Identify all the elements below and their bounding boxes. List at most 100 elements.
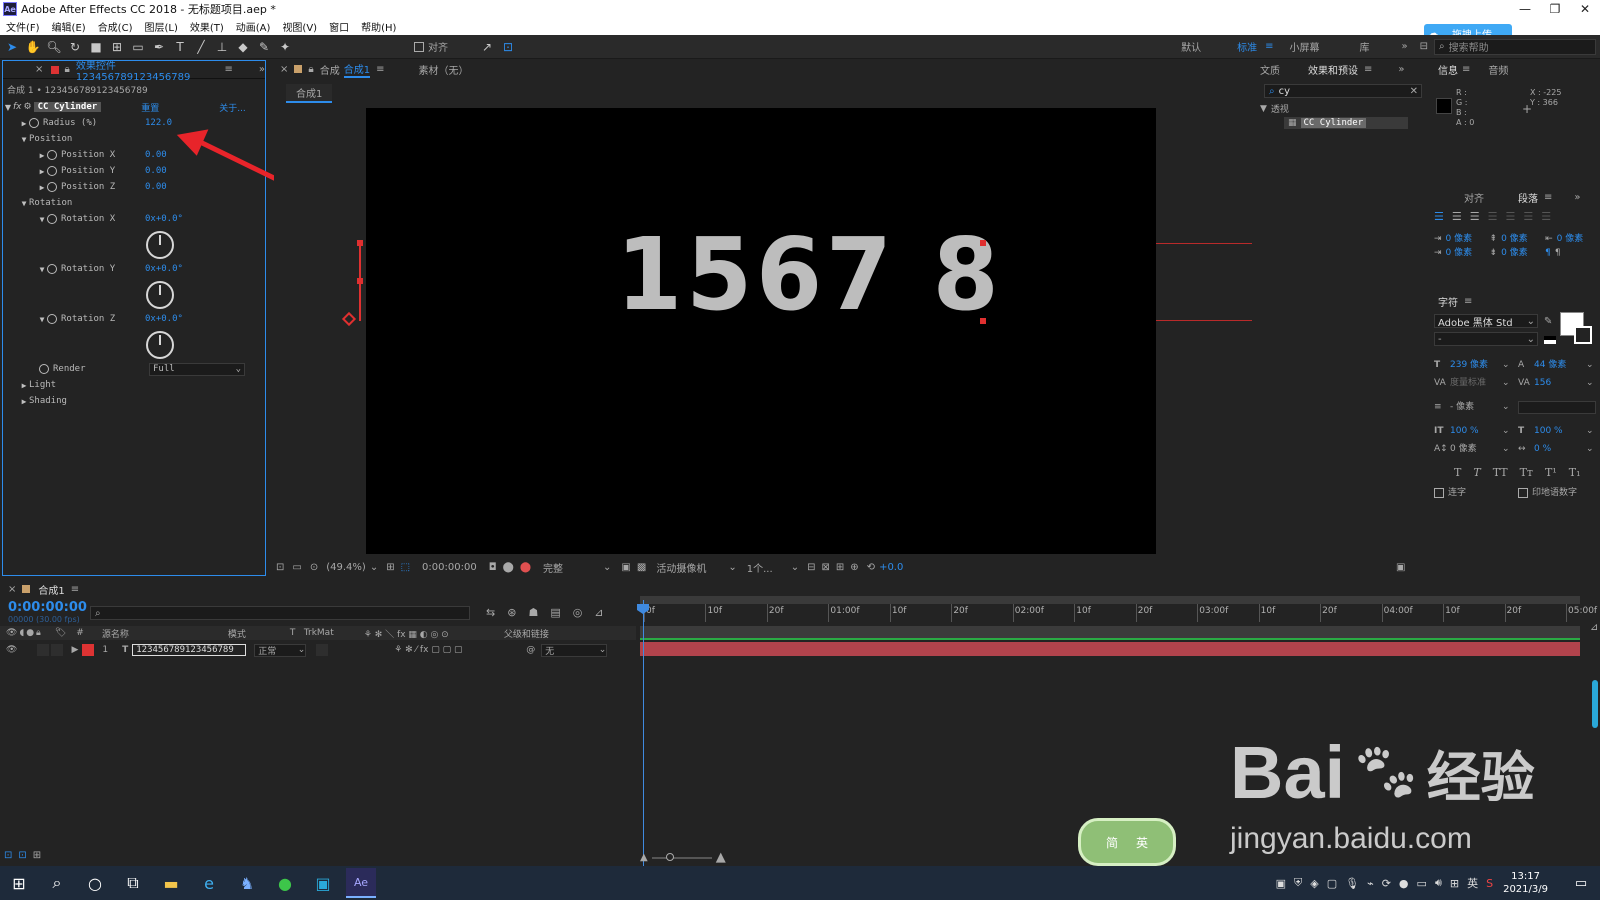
lock-icon[interactable]: 🔒︎ — [308, 64, 313, 75]
comp-button-icon[interactable]: ⊿ — [1590, 622, 1598, 633]
mask-view-icon[interactable]: ⊙ — [310, 562, 318, 573]
rtl-direction-icon[interactable]: ¶ — [1555, 246, 1561, 260]
lock-toggle[interactable] — [51, 644, 64, 656]
expand-panel-icon[interactable]: » — [1398, 64, 1404, 75]
effect-controls-tab[interactable]: 效果控件 123456789123456789 — [76, 57, 217, 83]
expand-effect-icon[interactable]: ▼ — [3, 103, 13, 112]
cortana-icon[interactable]: ○ — [80, 868, 110, 898]
menu-edit[interactable]: 编辑(E) — [52, 19, 86, 34]
eyedropper-icon[interactable]: ✎ — [1544, 316, 1552, 327]
stopwatch-icon[interactable] — [47, 264, 57, 274]
stopwatch-icon[interactable] — [47, 166, 57, 176]
tab-character[interactable]: 字符 — [1438, 294, 1458, 309]
chevron-down-icon[interactable]: ⌄ — [1502, 440, 1518, 458]
faux-italic-icon[interactable]: T — [1473, 464, 1480, 482]
panel-menu-icon[interactable]: ≡ — [1462, 64, 1470, 75]
panel-menu-icon[interactable]: ≡ — [376, 64, 384, 75]
video-eye-icon[interactable]: 👁︎ — [6, 645, 17, 655]
exposure-value[interactable]: +0.0 — [879, 562, 903, 573]
collapse-rotation-x-icon[interactable]: ▼ — [37, 215, 47, 224]
after-effects-taskbar-icon[interactable]: Ae — [346, 868, 376, 898]
grid-icon[interactable]: ⊞ — [386, 562, 394, 573]
resolution-select[interactable]: 完整 — [543, 560, 603, 575]
chevron-down-icon[interactable]: ⌄ — [1586, 374, 1594, 392]
justify-all-icon[interactable]: ☰ — [1541, 210, 1551, 223]
pickwhip-icon[interactable]: @ — [526, 645, 535, 655]
superscript-icon[interactable]: T¹ — [1545, 464, 1557, 482]
timeline-tab[interactable]: 合成1 — [38, 582, 64, 597]
shy-layers-icon[interactable]: ☗ — [528, 606, 538, 619]
tray-app-icon[interactable]: ▣ — [1276, 877, 1286, 890]
rotation-y-dial[interactable] — [146, 281, 174, 309]
small-caps-icon[interactable]: Tт — [1520, 464, 1533, 482]
workspace-default[interactable]: 默认 — [1181, 39, 1201, 54]
align-center-icon[interactable]: ☰ — [1452, 210, 1462, 223]
zoom-out-icon[interactable]: ▲ — [640, 852, 648, 863]
pen-tool-icon[interactable]: ✒ — [150, 38, 168, 56]
first-line-indent-value[interactable]: 0 像素 — [1446, 246, 1490, 260]
panel-menu-icon[interactable]: ≡ — [1464, 296, 1472, 307]
clear-search-icon[interactable]: ✕ — [1410, 86, 1418, 97]
stopwatch-icon[interactable] — [47, 150, 57, 160]
blend-mode-select[interactable]: 正常 ⌄ — [254, 643, 307, 657]
menu-effect[interactable]: 效果(T) — [190, 19, 224, 34]
expand-shading-icon[interactable]: ▶ — [19, 397, 29, 406]
anchor-point-handle[interactable] — [980, 318, 986, 324]
effects-search-input[interactable]: ⌕ cy ✕ — [1264, 84, 1422, 98]
minimize-icon[interactable]: — — [1510, 2, 1540, 16]
stopwatch-icon[interactable] — [47, 314, 57, 324]
expand-position-y-icon[interactable]: ▶ — [37, 167, 47, 176]
hindi-digits-checkbox[interactable] — [1518, 488, 1528, 498]
category-perspective[interactable]: ▼ 透视 — [1260, 102, 1289, 116]
region-of-interest-icon[interactable]: ▣ — [621, 562, 630, 573]
layer-bound-handle[interactable] — [357, 278, 363, 284]
justify-last-center-icon[interactable]: ☰ — [1506, 210, 1516, 223]
position-y-value[interactable]: 0.00 — [145, 166, 167, 176]
reset-button[interactable]: 重置 — [141, 101, 159, 114]
anchor-point-handle[interactable] — [980, 240, 986, 246]
zoom-in-icon[interactable]: ▲ — [716, 850, 726, 865]
workspace-small-screen[interactable]: 小屏幕 — [1289, 39, 1319, 54]
font-size-value[interactable]: 239 像素 — [1450, 356, 1502, 374]
edge-browser-icon[interactable]: e — [194, 868, 224, 898]
expand-light-icon[interactable]: ▶ — [19, 381, 29, 390]
horizontal-scale-value[interactable]: 100 % — [1534, 422, 1586, 440]
expand-radius-icon[interactable]: ▶ — [19, 119, 29, 128]
mask-visibility-icon[interactable]: ⬚ — [401, 562, 410, 573]
chevron-down-icon[interactable]: ⌄ — [1502, 422, 1518, 440]
space-before-value[interactable]: 0 像素 — [1501, 232, 1545, 246]
tray-monitor-icon[interactable]: ▢ — [1327, 877, 1337, 890]
solo-toggle[interactable] — [37, 644, 50, 656]
search-icon[interactable]: ⌕ — [42, 868, 72, 898]
more-workspaces-icon[interactable]: » — [1401, 41, 1407, 52]
space-after-value[interactable]: 0 像素 — [1501, 246, 1545, 260]
wechat-icon[interactable]: ● — [270, 868, 300, 898]
footage-tab[interactable]: 素材（无） — [418, 62, 468, 77]
effect-item-cc-cylinder[interactable]: ▦ CC Cylinder — [1284, 117, 1408, 129]
vertical-scrollbar[interactable] — [1592, 680, 1598, 728]
chevron-down-icon[interactable]: ⌄ — [1502, 374, 1518, 392]
expand-layer-icon[interactable]: ▶ — [71, 645, 78, 655]
timeline-icon[interactable]: ⊞ — [836, 562, 844, 573]
work-area-bar[interactable] — [640, 596, 1580, 604]
expand-position-z-icon[interactable]: ▶ — [37, 183, 47, 192]
indent-left-value[interactable]: 0 像素 — [1446, 232, 1490, 246]
tray-security-icon[interactable]: ◈ — [1310, 877, 1318, 890]
rotation-y-value[interactable]: 0x+0.0° — [145, 264, 183, 274]
rotation-x-dial[interactable] — [146, 231, 174, 259]
time-ruler[interactable]: 0f 10f 20f 01:00f 10f 20f 02:00f 10f 20f 03:00f 10… — [640, 604, 1597, 624]
workspace-menu-icon[interactable]: ≡ — [1265, 41, 1273, 52]
zoom-tool-icon[interactable]: 🔍︎ — [45, 38, 63, 56]
tab-effects-presets[interactable]: 效果和预设 — [1308, 62, 1358, 77]
vertical-scale-value[interactable]: 100 % — [1450, 422, 1502, 440]
ltr-direction-icon[interactable]: ¶ — [1545, 246, 1551, 260]
fast-preview-icon[interactable]: ⊠ — [822, 562, 830, 573]
menu-view[interactable]: 视图(V) — [282, 19, 317, 34]
exposure-reset-icon[interactable]: ⟲ — [867, 562, 875, 573]
expand-panel-icon[interactable]: » — [259, 64, 265, 75]
align-right-icon[interactable]: ☰ — [1470, 210, 1480, 223]
baseline-shift-value[interactable]: 0 像素 — [1450, 440, 1502, 458]
composition-viewer[interactable]: 1567 8 — [366, 108, 1156, 554]
stopwatch-icon[interactable] — [39, 364, 49, 374]
snap-grid-icon[interactable]: ⊡ — [499, 38, 517, 56]
